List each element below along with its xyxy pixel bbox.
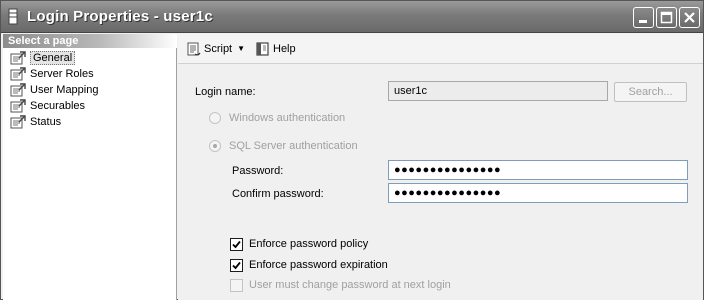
page-icon xyxy=(10,51,26,65)
page-icon xyxy=(10,67,26,81)
login-name-field[interactable]: user1c xyxy=(388,81,608,101)
page-item-user-mapping[interactable]: User Mapping xyxy=(3,82,177,98)
page-item-securables[interactable]: Securables xyxy=(3,98,177,114)
search-button[interactable]: Search... xyxy=(614,82,687,102)
maximize-button[interactable] xyxy=(656,7,677,28)
page-item-label: Securables xyxy=(30,100,86,112)
sql-server-authentication-label: SQL Server authentication xyxy=(229,140,358,152)
general-page: Login name: user1c Search... Windows aut… xyxy=(178,65,703,300)
login-properties-window: Login Properties - user1c Select a page xyxy=(0,0,704,300)
title-bar[interactable]: Login Properties - user1c xyxy=(1,1,703,33)
must-change-password-label: User must change password at next login xyxy=(249,279,451,291)
script-button[interactable]: Script ▼ xyxy=(186,40,245,58)
enforce-password-policy-checkbox[interactable] xyxy=(230,238,243,251)
windows-authentication-label: Windows authentication xyxy=(229,112,346,124)
page-icon xyxy=(10,83,26,97)
page-item-label: General xyxy=(30,51,76,65)
windows-authentication-radio[interactable] xyxy=(209,112,221,124)
window-title: Login Properties - user1c xyxy=(27,8,213,25)
page-item-server-roles[interactable]: Server Roles xyxy=(3,66,177,82)
page-icon xyxy=(10,99,26,113)
select-page-header: Select a page xyxy=(3,34,177,48)
page-item-label: Status xyxy=(30,116,62,128)
script-label: Script xyxy=(204,43,233,56)
help-label: Help xyxy=(273,43,296,56)
close-button[interactable] xyxy=(679,7,700,28)
toolbar: Script ▼ Help xyxy=(178,34,703,64)
password-field[interactable]: ●●●●●●●●●●●●●●● xyxy=(388,160,688,180)
page-item-label: User Mapping xyxy=(30,84,99,96)
page-item-status[interactable]: Status xyxy=(3,114,177,130)
database-icon xyxy=(8,8,18,25)
enforce-password-expiration-checkbox[interactable] xyxy=(230,259,243,272)
script-icon xyxy=(187,42,201,56)
enforce-password-policy-label: Enforce password policy xyxy=(249,238,369,250)
page-item-general[interactable]: General xyxy=(3,50,177,66)
page-list: General Server Roles User Mapping Secura… xyxy=(3,50,177,130)
checkmark-icon xyxy=(232,261,241,270)
password-label: Password: xyxy=(232,165,284,177)
must-change-password-checkbox[interactable] xyxy=(230,279,243,292)
maximize-icon xyxy=(660,11,673,24)
minimize-button[interactable] xyxy=(633,7,654,28)
page-icon xyxy=(10,115,26,129)
close-icon xyxy=(684,12,695,23)
page-item-label: Server Roles xyxy=(30,68,94,80)
chevron-down-icon[interactable]: ▼ xyxy=(237,44,245,53)
checkmark-icon xyxy=(232,240,241,249)
help-button[interactable]: Help xyxy=(255,40,296,58)
enforce-password-expiration-label: Enforce password expiration xyxy=(249,259,388,271)
minimize-icon xyxy=(639,20,647,23)
confirm-password-label: Confirm password: xyxy=(232,188,324,200)
help-icon xyxy=(256,42,269,56)
sql-server-authentication-radio[interactable] xyxy=(209,140,221,152)
confirm-password-field[interactable]: ●●●●●●●●●●●●●●● xyxy=(388,183,688,203)
login-name-label: Login name: xyxy=(195,86,256,98)
select-page-pane: Select a page General Server Roles User … xyxy=(3,34,177,300)
